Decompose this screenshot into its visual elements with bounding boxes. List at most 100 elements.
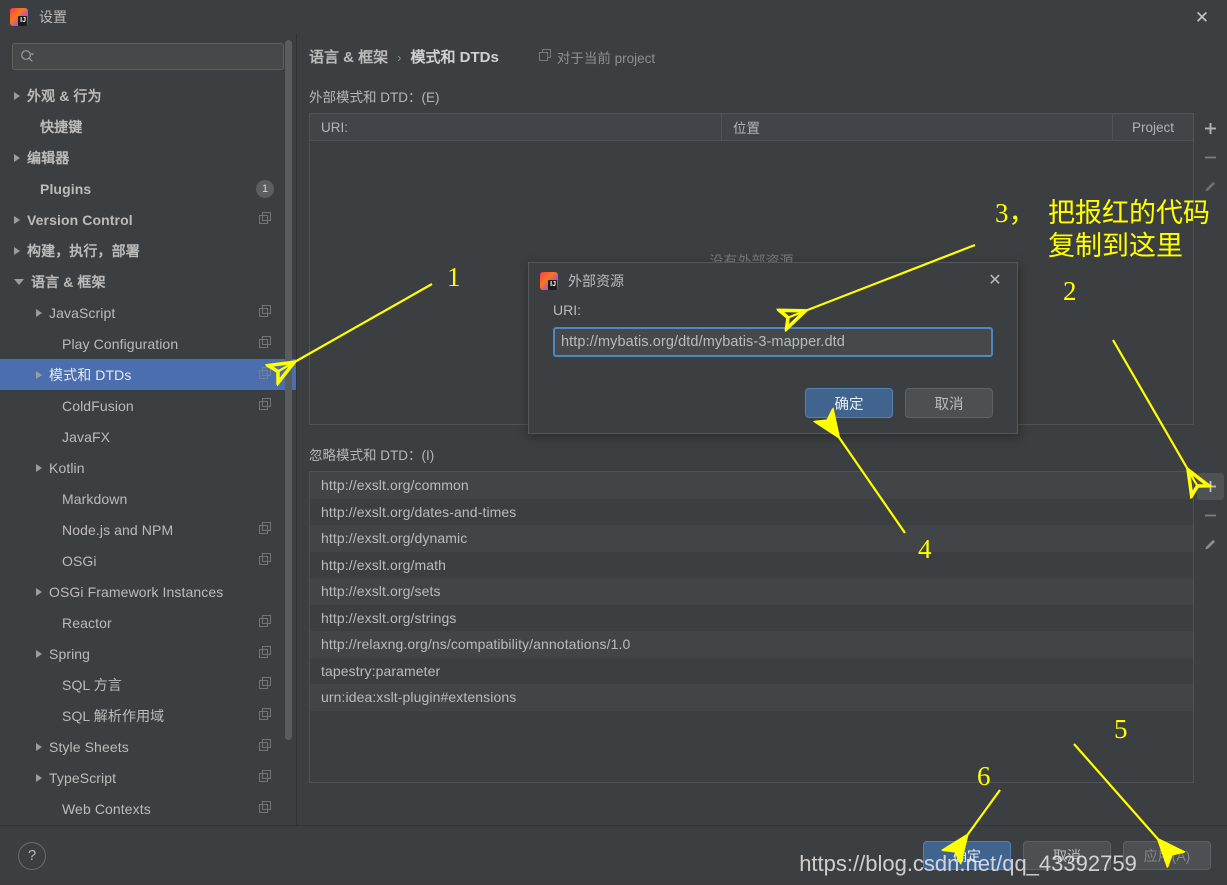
dialog-ok-button[interactable]: 确定 [805,388,893,418]
sidebar-item-label: Node.js and NPM [62,521,174,538]
sidebar-item-label: 构建，执行，部署 [27,242,140,259]
chevron-down-icon[interactable] [14,278,24,285]
copy-icon [259,552,272,569]
sidebar-item-label: Spring [49,645,91,662]
sidebar-item-reactor[interactable]: Reactor [0,607,296,638]
sidebar-item-javafx[interactable]: JavaFX [0,421,296,452]
sidebar-item-label: Style Sheets [49,738,129,755]
sidebar-item-plugins[interactable]: Plugins 1 [0,173,296,204]
sidebar-item-label: Markdown [62,490,128,507]
sidebar-item--[interactable]: 语言 & 框架 [0,266,296,297]
chevron-right-icon[interactable] [14,215,20,224]
ignored-list-item[interactable]: http://exslt.org/dynamic [310,525,1193,552]
external-resource-dialog: 外部资源 ✕ URI: 确定 取消 [528,262,1018,434]
uri-field[interactable] [553,327,993,357]
ignored-list-item[interactable]: http://exslt.org/sets [310,578,1193,605]
ignored-list-item[interactable]: http://exslt.org/math [310,551,1193,578]
sidebar-item-kotlin[interactable]: Kotlin [0,452,296,483]
column-header-uri[interactable]: URI: [310,114,722,140]
ignored-remove-button[interactable] [1197,502,1224,529]
external-toolbar [1194,113,1227,425]
sidebar-item-label: Kotlin [49,459,85,476]
help-button[interactable]: ? [18,841,46,870]
copy-icon [259,645,272,662]
sidebar-item--[interactable]: 编辑器 [0,142,296,173]
sidebar-item-label: 外观 & 行为 [27,87,102,104]
search-box[interactable] [12,43,284,70]
ignored-list-item[interactable]: http://exslt.org/common [310,472,1193,499]
settings-sidebar: 外观 & 行为快捷键 编辑器 Plugins 1 Version Control 构建，执… [0,34,297,825]
ignored-edit-button[interactable] [1197,531,1224,558]
chevron-right-icon[interactable] [36,587,42,596]
external-remove-button[interactable] [1197,144,1224,171]
copy-icon [259,521,272,538]
settings-tree[interactable]: 外观 & 行为快捷键 编辑器 Plugins 1 Version Control 构建，执… [0,78,296,825]
sidebar-item-label: Plugins [40,180,92,197]
chevron-right-icon[interactable] [36,463,42,472]
copy-icon [259,707,272,724]
column-header-location[interactable]: 位置 [722,114,1113,140]
ignored-list-item[interactable]: http://exslt.org/strings [310,604,1193,631]
sidebar-item-markdown[interactable]: Markdown [0,483,296,514]
search-container [0,34,296,78]
breadcrumb: 语言 & 框架 › 模式和 DTDs 对于当前 project [297,34,1227,67]
ignored-list-item[interactable]: tapestry:parameter [310,657,1193,684]
external-add-button[interactable] [1197,115,1224,142]
sidebar-item-sql-[interactable]: SQL 方言 [0,669,296,700]
sidebar-item-style-sheets[interactable]: Style Sheets [0,731,296,762]
close-icon[interactable]: ✕ [1191,6,1213,28]
uri-input[interactable] [561,334,985,350]
sidebar-scrollbar[interactable] [285,40,292,740]
title-bar: 设置 ✕ [0,0,1227,34]
search-icon [20,49,35,64]
sidebar-item-sql-[interactable]: SQL 解析作用域 [0,700,296,731]
sidebar-item-play-configuration[interactable]: Play Configuration [0,328,296,359]
chevron-right-icon[interactable] [36,742,42,751]
ignored-list-item[interactable]: http://exslt.org/dates-and-times [310,498,1193,525]
ignored-table[interactable]: http://exslt.org/common http://exslt.org/… [309,471,1194,783]
chevron-right-icon[interactable] [36,308,42,317]
dialog-cancel-button[interactable]: 取消 [905,388,993,418]
ignored-add-button[interactable] [1197,473,1224,500]
sidebar-item--[interactable]: 外观 & 行为 [0,80,296,111]
sidebar-item-label: OSGi [62,552,97,569]
sidebar-item-coldfusion[interactable]: ColdFusion [0,390,296,421]
sidebar-item-label: 语言 & 框架 [31,273,106,290]
sidebar-item-typescript[interactable]: TypeScript [0,762,296,793]
breadcrumb-parent[interactable]: 语言 & 框架 [309,46,388,67]
dialog-close-icon[interactable]: ✕ [985,270,1005,290]
copy-icon [259,769,272,786]
intellij-idea-logo-icon [10,8,28,26]
scope-label: 对于当前 project [556,51,656,66]
external-edit-button[interactable] [1197,173,1224,200]
sidebar-item--[interactable]: 构建，执行，部署 [0,235,296,266]
ignored-section: http://exslt.org/common http://exslt.org/… [309,471,1227,783]
search-input[interactable] [35,49,276,64]
chevron-right-icon[interactable] [14,153,20,162]
copy-icon [259,304,272,321]
sidebar-item--[interactable]: 快捷键 [0,111,296,142]
sidebar-item-osgi[interactable]: OSGi [0,545,296,576]
sidebar-item--dtds[interactable]: 模式和 DTDs [0,359,296,390]
sidebar-item-label: TypeScript [49,769,117,786]
dialog-title: 外部资源 [568,272,624,289]
breadcrumb-current: 模式和 DTDs [410,49,499,66]
chevron-right-icon[interactable] [14,91,20,100]
sidebar-item-osgi-framework-instances[interactable]: OSGi Framework Instances [0,576,296,607]
column-header-project[interactable]: Project [1113,114,1193,140]
chevron-right-icon[interactable] [14,246,20,255]
sidebar-item-javascript[interactable]: JavaScript [0,297,296,328]
ignored-list-item[interactable]: http://relaxng.org/ns/compatibility/anno… [310,631,1193,658]
dialog-footer-buttons: 确定 取消 [529,388,1017,433]
sidebar-item-label: SQL 解析作用域 [62,707,165,724]
ignored-list-item[interactable]: urn:idea:xslt-plugin#extensions [310,684,1193,711]
sidebar-item-node-js-and-npm[interactable]: Node.js and NPM [0,514,296,545]
chevron-right-icon[interactable] [36,649,42,658]
sidebar-item-spring[interactable]: Spring [0,638,296,669]
chevron-right-icon[interactable] [36,370,42,379]
chevron-right-icon[interactable] [36,773,42,782]
sidebar-item-web-contexts[interactable]: Web Contexts [0,793,296,824]
copy-icon [259,397,272,414]
copy-icon [259,738,272,755]
sidebar-item-version-control[interactable]: Version Control [0,204,296,235]
